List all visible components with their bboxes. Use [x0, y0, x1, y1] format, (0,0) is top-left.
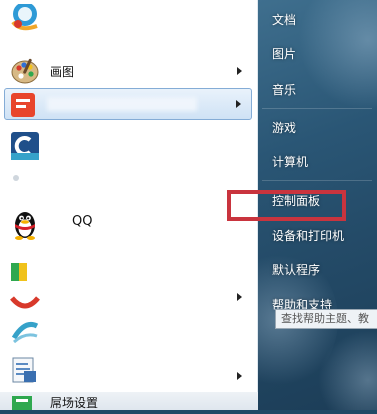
- menu-item-red-app[interactable]: [0, 284, 258, 310]
- place-computer[interactable]: 计算机: [272, 153, 308, 170]
- menu-item-label: 屌场设置: [50, 396, 99, 410]
- highlight-box: [227, 190, 346, 221]
- teal-app-icon: [10, 316, 40, 346]
- submenu-arrow-icon[interactable]: [237, 372, 242, 380]
- menu-item-paint[interactable]: 画图: [0, 54, 258, 88]
- qq-penguin-icon: [10, 208, 40, 240]
- redacted-label: [46, 134, 106, 156]
- menu-item-settings-partial[interactable]: 屌场设置: [0, 392, 258, 410]
- background-glow: [298, 0, 377, 110]
- place-pictures[interactable]: 图片: [272, 45, 296, 62]
- menu-item-teal-app[interactable]: [0, 314, 258, 344]
- redacted-area: [44, 330, 124, 342]
- submenu-arrow-icon[interactable]: [236, 100, 241, 108]
- app-icon: [10, 172, 40, 202]
- programs-panel: 画图 QQ 屌场设置: [0, 0, 259, 410]
- place-games[interactable]: 游戏: [272, 119, 296, 136]
- green-app-icon: [10, 257, 40, 287]
- place-devices-printers[interactable]: 设备和打印机: [272, 227, 344, 244]
- menu-item-label: QQ: [72, 214, 93, 229]
- submenu-arrow-icon[interactable]: [237, 67, 242, 75]
- red-app-icon: [10, 284, 40, 314]
- help-tooltip: 查找帮助主题、教: [275, 309, 377, 329]
- paint-palette-icon: [10, 56, 40, 86]
- place-music[interactable]: 音乐: [272, 81, 296, 98]
- redacted-label: [47, 97, 197, 111]
- browser-icon: [10, 2, 40, 34]
- tooltip-text: 查找帮助主题、教: [281, 312, 369, 325]
- menu-item-top-app[interactable]: [0, 0, 258, 44]
- menu-item-pinned-app[interactable]: [4, 88, 252, 120]
- menu-item-qq[interactable]: QQ: [0, 204, 258, 242]
- place-documents[interactable]: 文档: [272, 11, 296, 28]
- separator: [262, 180, 372, 181]
- menu-item-blurred[interactable]: [0, 172, 258, 202]
- menu-item-green-app[interactable]: [0, 254, 258, 284]
- separator: [262, 108, 372, 109]
- document-app-icon: [10, 355, 40, 385]
- settings-app-icon: [10, 394, 40, 410]
- menu-item-app-c[interactable]: [0, 126, 258, 166]
- place-default-programs[interactable]: 默认程序: [272, 261, 320, 278]
- app-icon: [9, 90, 39, 120]
- redacted-area: [44, 178, 114, 188]
- submenu-arrow-icon[interactable]: [237, 293, 242, 301]
- menu-item-label: 画图: [50, 65, 75, 79]
- redacted-area: [44, 290, 124, 302]
- c-app-icon: [10, 131, 40, 161]
- menu-item-doc-app[interactable]: [0, 352, 258, 388]
